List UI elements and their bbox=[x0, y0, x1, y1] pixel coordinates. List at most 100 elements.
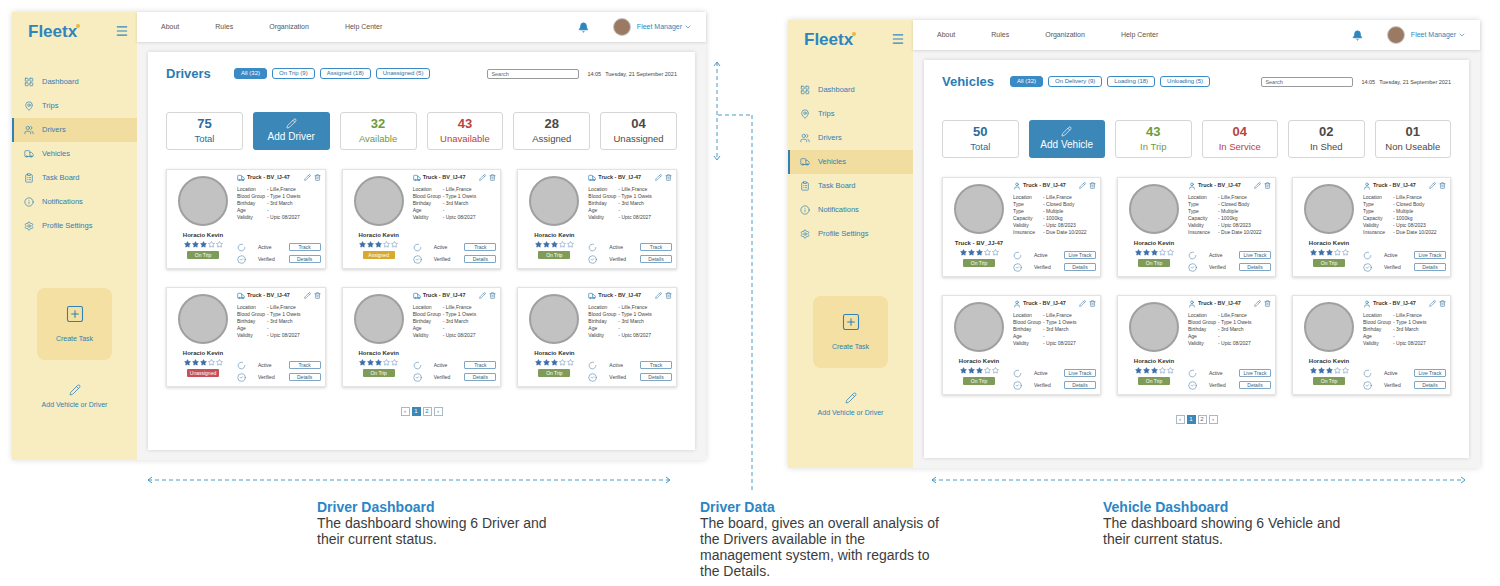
user-name[interactable]: Fleet Manager bbox=[1411, 30, 1456, 41]
card-button[interactable]: Live Track bbox=[1239, 369, 1271, 377]
edit-icon[interactable] bbox=[1079, 300, 1086, 307]
edit-icon[interactable] bbox=[304, 292, 311, 299]
trash-icon[interactable] bbox=[314, 292, 321, 299]
card-button[interactable]: Details bbox=[1414, 381, 1446, 389]
card-button[interactable]: Details bbox=[1064, 381, 1096, 389]
page-button[interactable]: 1 bbox=[1187, 415, 1196, 424]
edit-icon[interactable] bbox=[479, 292, 486, 299]
edit-icon[interactable] bbox=[1254, 182, 1261, 189]
user-name[interactable]: Fleet Manager bbox=[637, 22, 682, 33]
card-button[interactable]: Live Track bbox=[1064, 369, 1096, 377]
card-button[interactable]: Details bbox=[1414, 263, 1446, 271]
add-button[interactable]: Add Vehicle bbox=[1029, 120, 1106, 158]
edit-icon[interactable] bbox=[655, 292, 662, 299]
create-task-button[interactable]: Create Task bbox=[813, 296, 888, 368]
search-input[interactable] bbox=[487, 69, 579, 79]
card-button[interactable]: Live Track bbox=[1414, 369, 1446, 377]
edit-icon[interactable] bbox=[655, 174, 662, 181]
add-vehicle-driver-button[interactable]: Add Vehicle or Driver bbox=[788, 392, 913, 419]
card-button[interactable]: Details bbox=[289, 255, 321, 263]
edit-icon[interactable] bbox=[304, 174, 311, 181]
add-vehicle-driver-button[interactable]: Add Vehicle or Driver bbox=[12, 384, 137, 411]
card-button[interactable]: Track bbox=[289, 361, 321, 369]
bell-icon[interactable] bbox=[578, 22, 589, 33]
edit-icon[interactable] bbox=[1429, 182, 1436, 189]
card-button[interactable]: Live Track bbox=[1414, 251, 1446, 259]
logo[interactable]: Fleetx bbox=[804, 31, 853, 48]
sidebar-item[interactable]: Vehicles bbox=[788, 150, 913, 174]
bell-icon[interactable] bbox=[1352, 30, 1363, 41]
trash-icon[interactable] bbox=[314, 174, 321, 181]
card-button[interactable]: Track bbox=[464, 361, 496, 369]
card-button[interactable]: Details bbox=[464, 255, 496, 263]
card-button[interactable]: Track bbox=[640, 361, 672, 369]
trash-icon[interactable] bbox=[1089, 182, 1096, 189]
sidebar-item[interactable]: Dashboard bbox=[12, 70, 137, 94]
trash-icon[interactable] bbox=[489, 292, 496, 299]
trash-icon[interactable] bbox=[1439, 182, 1446, 189]
nav-link[interactable]: Organization bbox=[269, 22, 309, 33]
filter-tab[interactable]: Loading (18) bbox=[1107, 76, 1155, 87]
edit-icon[interactable] bbox=[1254, 300, 1261, 307]
edit-icon[interactable] bbox=[1429, 300, 1436, 307]
trash-icon[interactable] bbox=[489, 174, 496, 181]
nav-link[interactable]: About bbox=[937, 30, 955, 41]
filter-tab[interactable]: On Delivery (9) bbox=[1048, 76, 1102, 87]
filter-tab[interactable]: All (32) bbox=[1010, 76, 1043, 87]
sidebar-item[interactable]: Vehicles bbox=[12, 142, 137, 166]
edit-icon[interactable] bbox=[1079, 182, 1086, 189]
card-button[interactable]: Details bbox=[464, 373, 496, 381]
card-button[interactable]: Track bbox=[289, 243, 321, 251]
filter-tab[interactable]: Assigned (18) bbox=[320, 68, 371, 79]
filter-tab[interactable]: Unassigned (5) bbox=[376, 68, 431, 79]
sidebar-item[interactable]: Drivers bbox=[12, 118, 137, 142]
nav-link[interactable]: Rules bbox=[215, 22, 233, 33]
page-button[interactable]: 1 bbox=[412, 407, 421, 416]
create-task-button[interactable]: Create Task bbox=[37, 288, 112, 360]
sidebar-item[interactable]: Notifications bbox=[12, 190, 137, 214]
sidebar-item[interactable]: Task Board bbox=[788, 174, 913, 198]
sidebar-item[interactable]: Drivers bbox=[788, 126, 913, 150]
add-button[interactable]: Add Driver bbox=[253, 112, 330, 150]
page-button[interactable]: ‹ bbox=[401, 407, 410, 416]
logo[interactable]: Fleetx bbox=[28, 23, 77, 40]
trash-icon[interactable] bbox=[1439, 300, 1446, 307]
menu-icon[interactable] bbox=[891, 32, 905, 46]
card-button[interactable]: Details bbox=[1064, 263, 1096, 271]
card-button[interactable]: Details bbox=[1239, 263, 1271, 271]
trash-icon[interactable] bbox=[665, 174, 672, 181]
trash-icon[interactable] bbox=[1264, 300, 1271, 307]
filter-tab[interactable]: On Trip (9) bbox=[272, 68, 315, 79]
sidebar-item[interactable]: Trips bbox=[788, 102, 913, 126]
sidebar-item[interactable]: Profile Settings bbox=[788, 222, 913, 246]
chevron-down-icon[interactable] bbox=[684, 23, 692, 31]
card-button[interactable]: Live Track bbox=[1064, 251, 1096, 259]
page-button[interactable]: 2 bbox=[1198, 415, 1207, 424]
trash-icon[interactable] bbox=[1264, 182, 1271, 189]
card-button[interactable]: Live Track bbox=[1239, 251, 1271, 259]
chevron-down-icon[interactable] bbox=[1458, 31, 1466, 39]
menu-icon[interactable] bbox=[115, 24, 129, 38]
filter-tab[interactable]: All (32) bbox=[234, 68, 267, 79]
sidebar-item[interactable]: Trips bbox=[12, 94, 137, 118]
card-button[interactable]: Track bbox=[464, 243, 496, 251]
card-button[interactable]: Track bbox=[640, 243, 672, 251]
sidebar-item[interactable]: Task Board bbox=[12, 166, 137, 190]
card-button[interactable]: Details bbox=[640, 255, 672, 263]
page-button[interactable]: › bbox=[1209, 415, 1218, 424]
sidebar-item[interactable]: Profile Settings bbox=[12, 214, 137, 238]
nav-link[interactable]: Rules bbox=[991, 30, 1009, 41]
card-button[interactable]: Details bbox=[640, 373, 672, 381]
search-input[interactable] bbox=[1261, 77, 1353, 87]
sidebar-item[interactable]: Dashboard bbox=[788, 78, 913, 102]
nav-link[interactable]: Help Center bbox=[1121, 30, 1158, 41]
page-button[interactable]: › bbox=[434, 407, 443, 416]
filter-tab[interactable]: Unloading (5) bbox=[1160, 76, 1210, 87]
card-button[interactable]: Details bbox=[289, 373, 321, 381]
sidebar-item[interactable]: Notifications bbox=[788, 198, 913, 222]
card-button[interactable]: Details bbox=[1239, 381, 1271, 389]
avatar[interactable] bbox=[1387, 26, 1405, 44]
page-button[interactable]: ‹ bbox=[1176, 415, 1185, 424]
trash-icon[interactable] bbox=[665, 292, 672, 299]
nav-link[interactable]: About bbox=[161, 22, 179, 33]
